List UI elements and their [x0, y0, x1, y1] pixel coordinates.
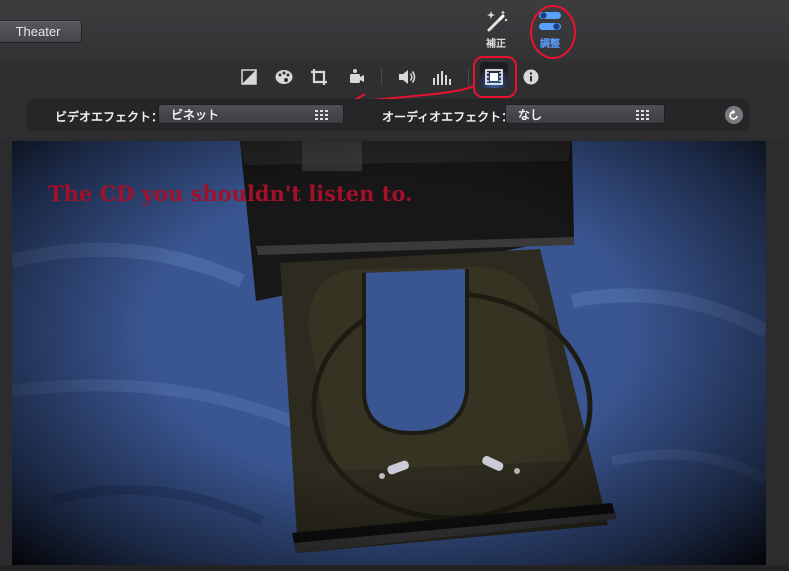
color-palette-icon[interactable] — [273, 66, 295, 88]
video-title-text: The CD you shouldn't listen to. — [48, 181, 413, 206]
crop-icon[interactable] — [308, 66, 330, 88]
enhance-label: 補正 — [486, 39, 506, 50]
bottom-edge — [0, 565, 789, 571]
reset-arrow-icon — [729, 109, 738, 120]
audio-effect-popup[interactable]: なし — [505, 104, 665, 124]
video-effect-value: ビネット — [171, 108, 220, 122]
audio-effect-label: オーディオエフェクト： — [382, 110, 514, 124]
theater-button[interactable]: Theater — [0, 20, 82, 43]
info-icon[interactable] — [520, 66, 542, 88]
video-viewer[interactable]: The CD you shouldn't listen to. — [12, 141, 766, 565]
magic-wand-icon — [487, 10, 508, 32]
grid-icon — [315, 110, 328, 120]
imovie-adjust-window: Theater 補正 調整 ビデオエフェクト： ビネット オーディオエフェクト：… — [0, 0, 789, 571]
video-effect-popup[interactable]: ビネット — [158, 104, 344, 124]
video-effect-label: ビデオエフェクト： — [55, 110, 164, 124]
enhance-button[interactable]: 補正 — [474, 8, 518, 50]
adjust-inspector: ビデオエフェクト： ビネット オーディオエフェクト： なし — [0, 56, 789, 138]
top-toolbar: Theater 補正 調整 — [0, 0, 789, 63]
reset-button[interactable] — [725, 106, 743, 124]
grid-icon — [636, 110, 649, 120]
color-balance-icon[interactable] — [238, 66, 260, 88]
effects-row: ビデオエフェクト： ビネット オーディオエフェクト： なし — [27, 99, 749, 131]
audio-effect-value: なし — [518, 108, 543, 122]
annotation-circle — [530, 5, 576, 59]
